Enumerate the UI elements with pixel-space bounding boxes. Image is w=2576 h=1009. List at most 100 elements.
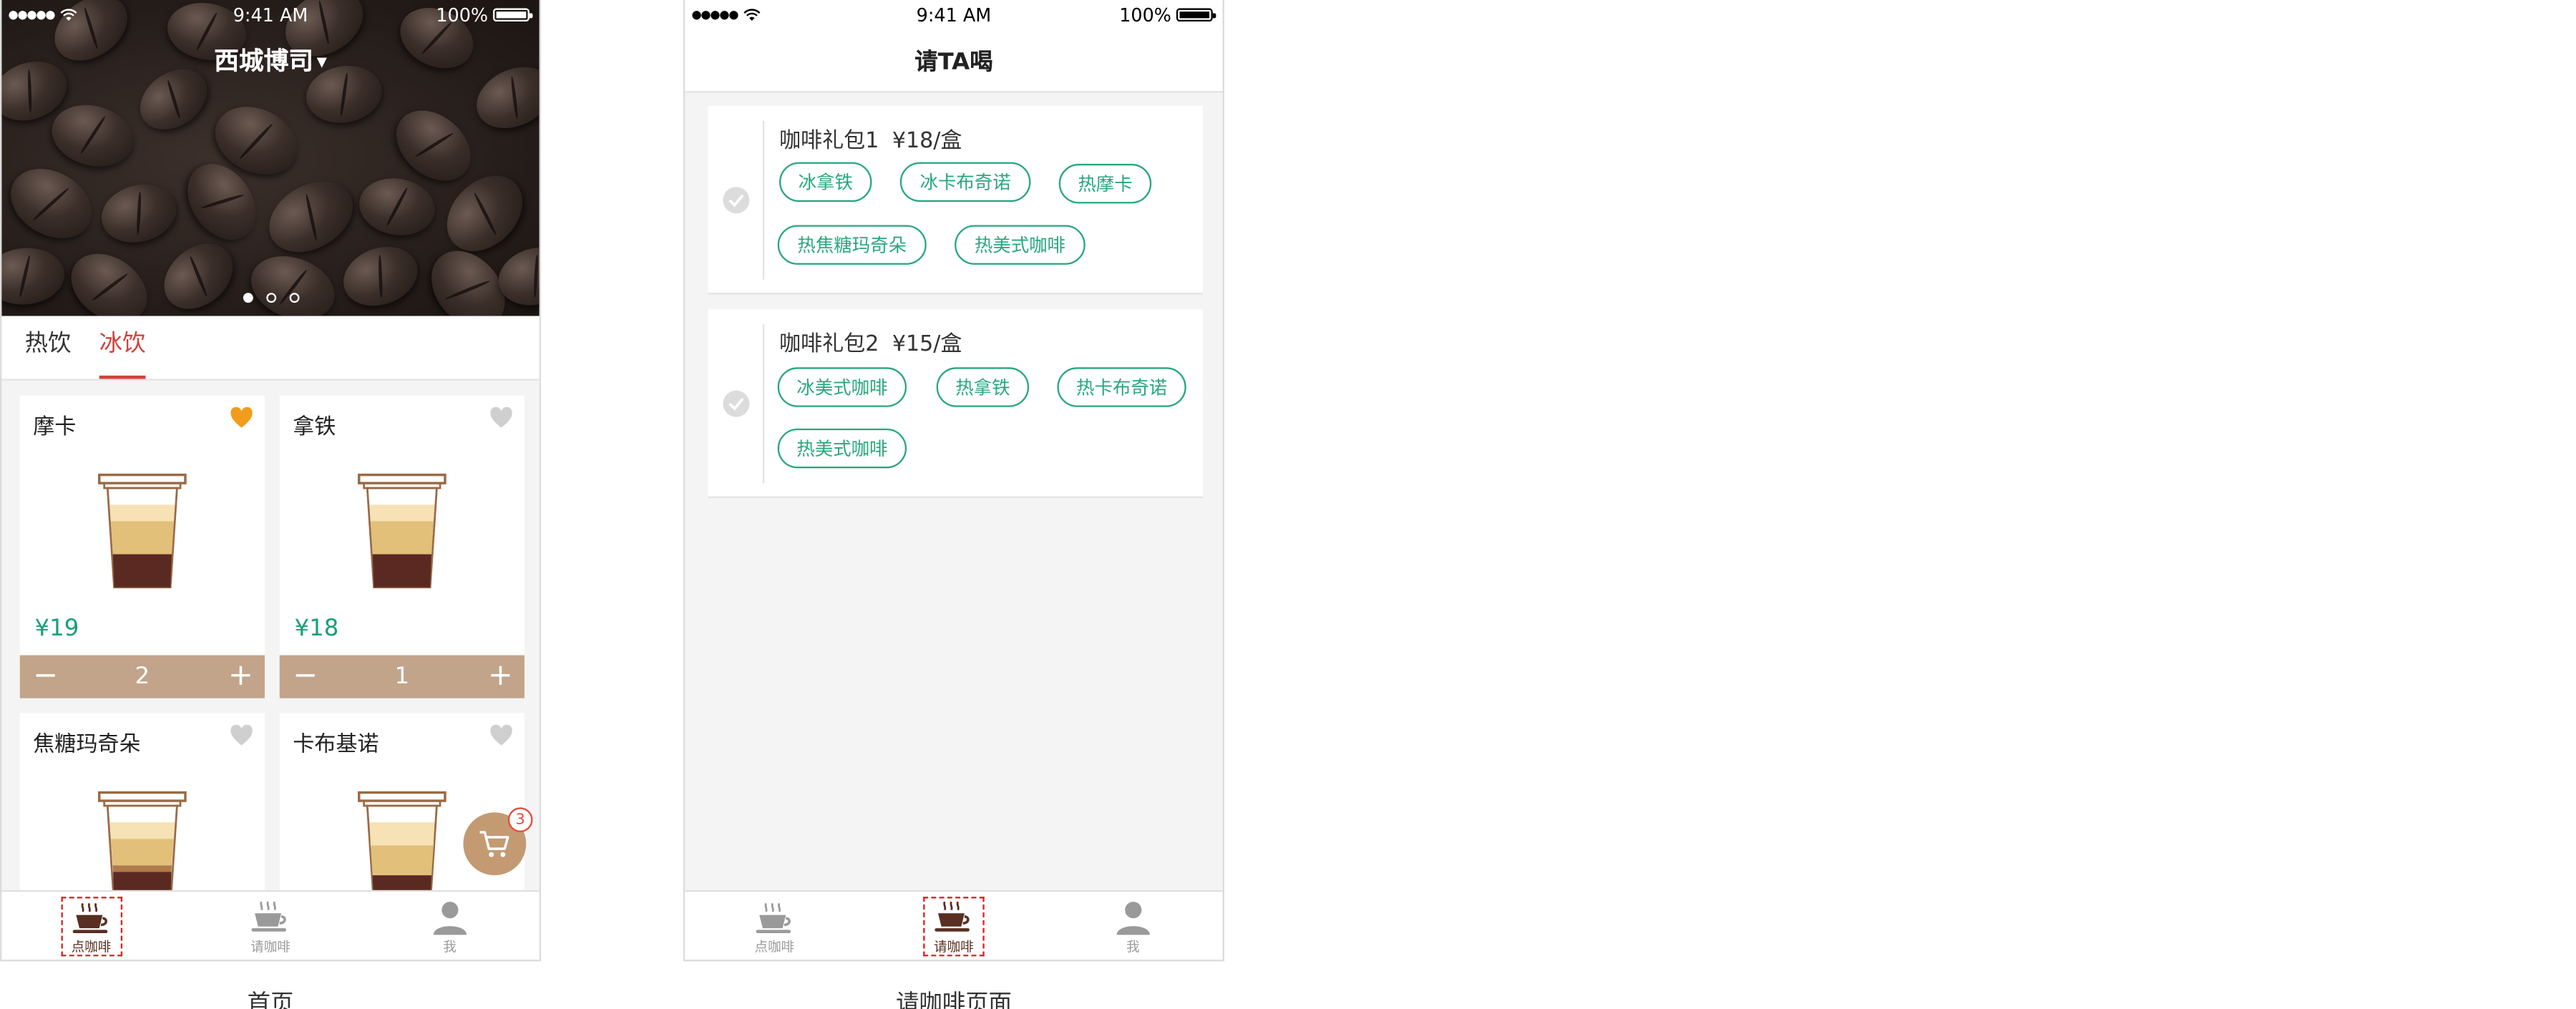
coffee-bean xyxy=(354,172,440,241)
selection-highlight xyxy=(60,897,122,957)
quantity-stepper: − 2 + xyxy=(19,655,265,698)
coffee-bean xyxy=(242,245,343,316)
status-bar: ●●●●● 9:41 AM 100% xyxy=(685,0,1223,30)
tabbar-item-order-coffee[interactable]: 点咖啡 xyxy=(685,892,864,960)
product-card[interactable]: 焦糖玛奇朵 xyxy=(19,713,265,912)
product-name: 摩卡 xyxy=(33,415,77,441)
pack-title: 咖啡礼包1 ¥18/盒 xyxy=(779,122,962,154)
product-card[interactable]: 摩卡 ¥19 − 2 + xyxy=(19,395,265,698)
pack-name: 咖啡礼包2 xyxy=(779,332,879,358)
coffee-option-chip[interactable]: 冰拿铁 xyxy=(779,162,872,203)
home-screen: 西城博司 ▼ ●●●●● 9:41 AM 100% 热饮 冰饮 摩卡 ¥19 −… xyxy=(0,0,542,962)
product-card[interactable]: 拿铁 ¥18 − 1 + xyxy=(279,395,525,698)
caret-down-icon: ▼ xyxy=(316,54,327,70)
user-icon xyxy=(433,902,467,935)
status-bar: ●●●●● 9:41 AM 100% xyxy=(1,0,539,30)
product-name: 卡布基诺 xyxy=(293,733,379,758)
signal-icon: ●●●●● xyxy=(691,8,738,22)
decrement-button[interactable]: − xyxy=(293,661,318,692)
wifi-icon xyxy=(743,9,761,21)
coffee-bean xyxy=(94,176,183,250)
select-check-icon[interactable] xyxy=(723,187,750,214)
user-icon xyxy=(1116,902,1150,935)
coffee-cup-icon xyxy=(756,902,791,934)
coffee-bean xyxy=(1,155,104,253)
gift-pack-card[interactable]: 咖啡礼包2 ¥15/盒 冰美式咖啡 热拿铁 热卡布奇诺 热美式咖啡 xyxy=(708,309,1203,498)
bottom-tab-bar: 点咖啡 请咖啡 我 xyxy=(1,889,540,960)
favorite-heart-icon[interactable] xyxy=(489,724,512,746)
city-selector[interactable]: 西城博司 ▼ xyxy=(1,43,539,78)
wifi-icon xyxy=(60,9,77,21)
quantity-value: 2 xyxy=(135,663,150,691)
cart-count-badge: 3 xyxy=(507,807,533,832)
pack-price: ¥18/盒 xyxy=(892,129,962,155)
cart-icon xyxy=(479,831,509,857)
tab-iced-drinks[interactable]: 冰饮 xyxy=(99,326,146,379)
carousel-dot[interactable] xyxy=(242,293,253,303)
screenshot-canvas: 西城博司 ▼ ●●●●● 9:41 AM 100% 热饮 冰饮 摩卡 ¥19 −… xyxy=(0,0,2576,1009)
pack-title: 咖啡礼包2 ¥15/盒 xyxy=(779,326,962,358)
pack-price: ¥15/盒 xyxy=(892,332,962,358)
tabbar-item-order-coffee[interactable]: 点咖啡 xyxy=(1,892,180,960)
coffee-option-chip[interactable]: 热摩卡 xyxy=(1058,163,1152,204)
city-name: 西城博司 xyxy=(214,46,313,77)
coffee-bean xyxy=(58,240,160,316)
banner-carousel[interactable]: 西城博司 ▼ xyxy=(1,0,540,316)
drink-category-tabs: 热饮 冰饮 xyxy=(1,316,540,381)
quantity-value: 1 xyxy=(394,663,410,691)
signal-icon: ●●●●● xyxy=(8,8,56,22)
carousel-dot[interactable] xyxy=(288,293,299,303)
cart-button[interactable]: 3 xyxy=(463,807,533,876)
favorite-heart-icon[interactable] xyxy=(230,724,253,746)
coffee-option-chip[interactable]: 热焦糖玛奇朵 xyxy=(777,225,927,265)
coffee-cup-illustration xyxy=(97,473,187,589)
gift-coffee-icon xyxy=(252,901,288,932)
battery-icon xyxy=(1176,8,1216,22)
product-name: 焦糖玛奇朵 xyxy=(33,733,141,758)
battery-percent: 100% xyxy=(436,4,489,26)
battery-icon xyxy=(493,8,533,22)
coffee-bean xyxy=(335,236,426,316)
coffee-option-chip[interactable]: 热美式咖啡 xyxy=(955,225,1085,265)
tabbar-label: 我 xyxy=(1126,940,1140,955)
product-price: ¥19 xyxy=(34,615,79,643)
increment-button[interactable]: + xyxy=(488,661,513,692)
carousel-dot[interactable] xyxy=(265,293,275,303)
tabbar-label: 我 xyxy=(443,940,457,955)
product-price: ¥18 xyxy=(294,615,339,643)
coffee-option-chip[interactable]: 冰美式咖啡 xyxy=(777,367,907,407)
increment-button[interactable]: + xyxy=(228,661,253,692)
decrement-button[interactable]: − xyxy=(33,661,58,692)
coffee-bean xyxy=(44,96,141,175)
coffee-option-chip[interactable]: 热拿铁 xyxy=(936,367,1030,407)
tabbar-item-treat-coffee[interactable]: 请咖啡 xyxy=(181,892,360,960)
coffee-option-chip[interactable]: 热美式咖啡 xyxy=(777,428,907,469)
tab-hot-drinks[interactable]: 热饮 xyxy=(25,326,72,379)
selection-highlight xyxy=(923,897,985,957)
page-title: 请TA喝 xyxy=(685,29,1223,93)
coffee-option-chip[interactable]: 冰卡布奇诺 xyxy=(899,162,1031,203)
coffee-option-chip[interactable]: 热卡布奇诺 xyxy=(1057,367,1186,407)
product-name: 拿铁 xyxy=(293,415,336,441)
favorite-heart-icon[interactable] xyxy=(489,406,512,429)
tabbar-label: 点咖啡 xyxy=(754,940,795,955)
gift-pack-card[interactable]: 咖啡礼包1 ¥18/盒 冰拿铁 冰卡布奇诺 热摩卡 热焦糖玛奇朵 热美式咖啡 xyxy=(708,105,1203,295)
treat-caption: 请咖啡页面 xyxy=(896,990,1012,1009)
select-check-icon[interactable] xyxy=(723,390,750,417)
carousel-indicator xyxy=(1,293,539,303)
divider xyxy=(762,120,765,280)
coffee-bean xyxy=(256,167,366,267)
quantity-stepper: − 1 + xyxy=(279,655,525,698)
battery-percent: 100% xyxy=(1119,4,1171,26)
coffee-bean xyxy=(151,230,246,316)
home-caption: 首页 xyxy=(247,990,294,1009)
bottom-tab-bar: 点咖啡 请咖啡 我 xyxy=(685,889,1223,960)
divider xyxy=(762,324,765,484)
tabbar-item-me[interactable]: 我 xyxy=(1043,892,1222,960)
treat-screen: ●●●●● 9:41 AM 100% 请TA喝 咖啡礼包1 ¥18/盒 冰拿铁 冰… xyxy=(683,0,1224,962)
favorite-heart-icon[interactable] xyxy=(230,406,253,429)
tabbar-item-me[interactable]: 我 xyxy=(360,892,539,960)
tabbar-item-treat-coffee[interactable]: 请咖啡 xyxy=(864,892,1043,960)
pack-name: 咖啡礼包1 xyxy=(779,129,879,155)
tabbar-label: 请咖啡 xyxy=(250,940,291,955)
